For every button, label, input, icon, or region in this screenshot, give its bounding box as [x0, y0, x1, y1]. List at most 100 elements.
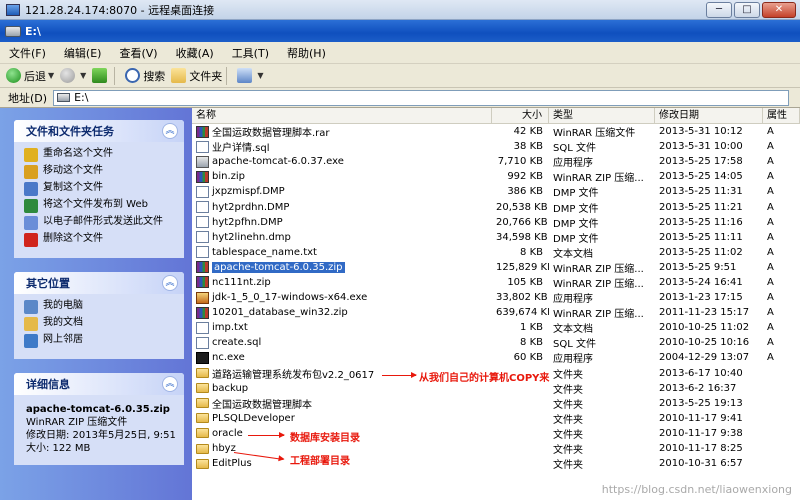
file-type-cell: 文本文档 — [553, 324, 593, 336]
file-row[interactable]: hyt2prdhn.DMP 20,538 KB DMP 文件 2013-5-25 11… — [192, 199, 800, 215]
file-row[interactable]: hbyz 文件夹 2010-11-17 8:25 — [192, 441, 800, 456]
toolbar-separator — [226, 66, 228, 85]
details-header[interactable]: 详细信息 ︽ — [14, 373, 184, 395]
tasks_panel-item[interactable]: 删除这个文件 — [24, 233, 174, 247]
file-row[interactable]: apache-tomcat-6.0.35.zip 125,829 KB WinRAR… — [192, 260, 800, 275]
folders-button[interactable]: 文件夹 — [171, 68, 222, 84]
file-row[interactable]: hyt2linehn.dmp 34,598 KB DMP 文件 2013-5-25 1… — [192, 230, 800, 245]
drive-icon — [5, 25, 21, 37]
file-attr-cell: A — [767, 261, 774, 273]
file-row[interactable]: PLSQLDeveloper 文件夹 2010-11-17 9:41 — [192, 411, 800, 426]
views-dropdown-icon[interactable]: ▼ — [257, 71, 263, 80]
places_panel-item[interactable]: 我的电脑 — [24, 300, 174, 314]
file-row[interactable]: apache-tomcat-6.0.37.exe 7,710 KB 应用程序 2013… — [192, 154, 800, 169]
up-folder-button[interactable] — [92, 68, 110, 83]
menu-favorites[interactable]: 收藏(A) — [167, 45, 223, 61]
toolbar: 后退 ▼ ▼ 搜索 文件夹 ▼ — [0, 64, 800, 88]
file-row[interactable]: nc.exe 60 KB 应用程序 2004-12-29 13:07 A — [192, 350, 800, 365]
back-button[interactable]: 后退 ▼ — [6, 68, 54, 84]
forward-dropdown-icon[interactable]: ▼ — [80, 71, 86, 80]
tasks_panel-item[interactable]: 移动这个文件 — [24, 165, 174, 179]
file-name: bin.zip — [212, 171, 246, 183]
minimize-button[interactable]: ─ — [706, 2, 732, 18]
maximize-button[interactable]: □ — [734, 2, 760, 18]
menu-file[interactable]: 文件(F) — [0, 45, 55, 61]
close-button[interactable]: ✕ — [762, 2, 796, 18]
column-header-type[interactable]: 类型 — [549, 108, 655, 123]
collapse-chevron-icon[interactable]: ︽ — [162, 123, 178, 139]
views-button[interactable]: ▼ — [237, 68, 263, 83]
file-name-cell: hyt2prdhn.DMP — [192, 201, 492, 214]
file-name-cell: backup — [192, 383, 492, 394]
file-date-cell: 2013-5-25 11:16 — [659, 216, 743, 228]
file-name: hyt2linehn.dmp — [212, 231, 291, 243]
menu-tools[interactable]: 工具(T) — [223, 45, 278, 61]
column-header-date[interactable]: 修改日期 — [655, 108, 763, 123]
annotation-db-note: 数据库安装目录 — [290, 433, 360, 444]
address-label: 地址(D) — [8, 91, 48, 105]
file-type-cell: 文件夹 — [553, 369, 583, 381]
file-name-cell: 10201_database_win32.zip — [192, 306, 492, 319]
menu-edit[interactable]: 编辑(E) — [55, 45, 111, 61]
search-button[interactable]: 搜索 — [125, 68, 165, 84]
search-icon — [125, 68, 141, 83]
menu-help[interactable]: 帮助(H) — [278, 45, 335, 61]
other-places-panel: 其它位置 ︽ 我的电脑我的文档网上邻居 — [14, 272, 184, 359]
file-name-cell: nc.exe — [192, 351, 492, 364]
search-label: 搜索 — [143, 69, 166, 83]
file-date-cell: 2010-10-25 11:02 — [659, 322, 750, 334]
back-dropdown-icon[interactable]: ▼ — [48, 71, 54, 80]
document-icon — [196, 231, 209, 244]
menu-view[interactable]: 查看(V) — [110, 45, 166, 61]
file-row[interactable]: imp.txt 1 KB 文本文档 2010-10-25 11:02 A — [192, 320, 800, 335]
file-name: 业户详情.sql — [212, 143, 270, 155]
file-row[interactable]: 业户详情.sql 38 KB SQL 文件 2013-5-31 10:00 A — [192, 139, 800, 154]
file-row[interactable]: 全国运政数据管理脚本 文件夹 2013-5-25 19:13 — [192, 396, 800, 411]
file-date-cell: 2013-6-2 16:37 — [659, 382, 737, 394]
details-type: WinRAR ZIP 压缩文件 — [26, 417, 128, 428]
file-row[interactable]: create.sql 8 KB SQL 文件 2010-10-25 10:16 A — [192, 335, 800, 350]
tasks_panel-label: 删除这个文件 — [43, 233, 103, 244]
file-type-cell: DMP 文件 — [553, 218, 599, 230]
file-name: 全国运政数据管理脚本 — [212, 399, 312, 411]
file-type-cell: DMP 文件 — [553, 188, 599, 200]
menu-bar: 文件(F) 编辑(E) 查看(V) 收藏(A) 工具(T) 帮助(H) — [0, 42, 800, 64]
web-publish-icon — [24, 199, 38, 213]
other-places-header[interactable]: 其它位置 ︽ — [14, 272, 184, 294]
file-size-cell: 20,766 KB — [496, 216, 548, 228]
file-attr-cell: A — [767, 276, 774, 288]
copy-icon — [24, 182, 38, 196]
file-type-cell: DMP 文件 — [553, 233, 599, 245]
file-row[interactable]: jxpzmispf.DMP 386 KB DMP 文件 2013-5-25 11:31… — [192, 184, 800, 199]
file-date-cell: 2010-11-17 9:41 — [659, 412, 743, 424]
column-header-name[interactable]: 名称 — [192, 108, 492, 123]
file-tasks-header[interactable]: 文件和文件夹任务 ︽ — [14, 120, 184, 142]
places_panel-item[interactable]: 网上邻居 — [24, 334, 174, 348]
other-places-title: 其它位置 — [26, 277, 70, 290]
file-row[interactable]: 全国运政数据管理脚本.rar 42 KB WinRAR 压缩文件 2013-5-31 … — [192, 124, 800, 139]
tasks_panel-item[interactable]: 复制这个文件 — [24, 182, 174, 196]
remote-desktop-titlebar: 121.28.24.174:8070 - 远程桌面连接 ─ □ ✕ — [0, 0, 800, 20]
file-row[interactable]: nc111nt.zip 105 KB WinRAR ZIP 压缩... 2013-5-… — [192, 275, 800, 290]
file-row[interactable]: tablespace_name.txt 8 KB 文本文档 2013-5-25 11:… — [192, 245, 800, 260]
back-label: 后退 — [24, 69, 46, 83]
tasks_panel-item[interactable]: 重命名这个文件 — [24, 148, 174, 162]
collapse-chevron-icon[interactable]: ︽ — [162, 275, 178, 291]
file-row[interactable]: 10201_database_win32.zip 639,674 KB WinRAR… — [192, 305, 800, 320]
file-type-cell: WinRAR ZIP 压缩... — [553, 173, 644, 185]
tasks_panel-item[interactable]: 以电子邮件形式发送此文件 — [24, 216, 174, 230]
file-date-cell: 2013-5-24 16:41 — [659, 276, 743, 288]
column-header-attributes[interactable]: 属性 — [763, 108, 800, 123]
address-input[interactable]: E:\ — [53, 89, 790, 106]
file-size-cell: 7,710 KB — [497, 156, 543, 168]
file-row[interactable]: hyt2pfhn.DMP 20,766 KB DMP 文件 2013-5-25 11:… — [192, 215, 800, 230]
forward-button[interactable]: ▼ — [60, 68, 86, 83]
tasks_panel-item[interactable]: 将这个文件发布到 Web — [24, 199, 174, 213]
file-name-cell: bin.zip — [192, 170, 492, 183]
places_panel-item[interactable]: 我的文档 — [24, 317, 174, 331]
collapse-chevron-icon[interactable]: ︽ — [162, 376, 178, 392]
file-row[interactable]: bin.zip 992 KB WinRAR ZIP 压缩... 2013-5-25 1… — [192, 169, 800, 184]
file-row[interactable]: jdk-1_5_0_17-windows-x64.exe 33,802 KB 应用程… — [192, 290, 800, 305]
file-name: apache-tomcat-6.0.35.zip — [212, 261, 345, 273]
column-header-size[interactable]: 大小 — [492, 108, 549, 123]
